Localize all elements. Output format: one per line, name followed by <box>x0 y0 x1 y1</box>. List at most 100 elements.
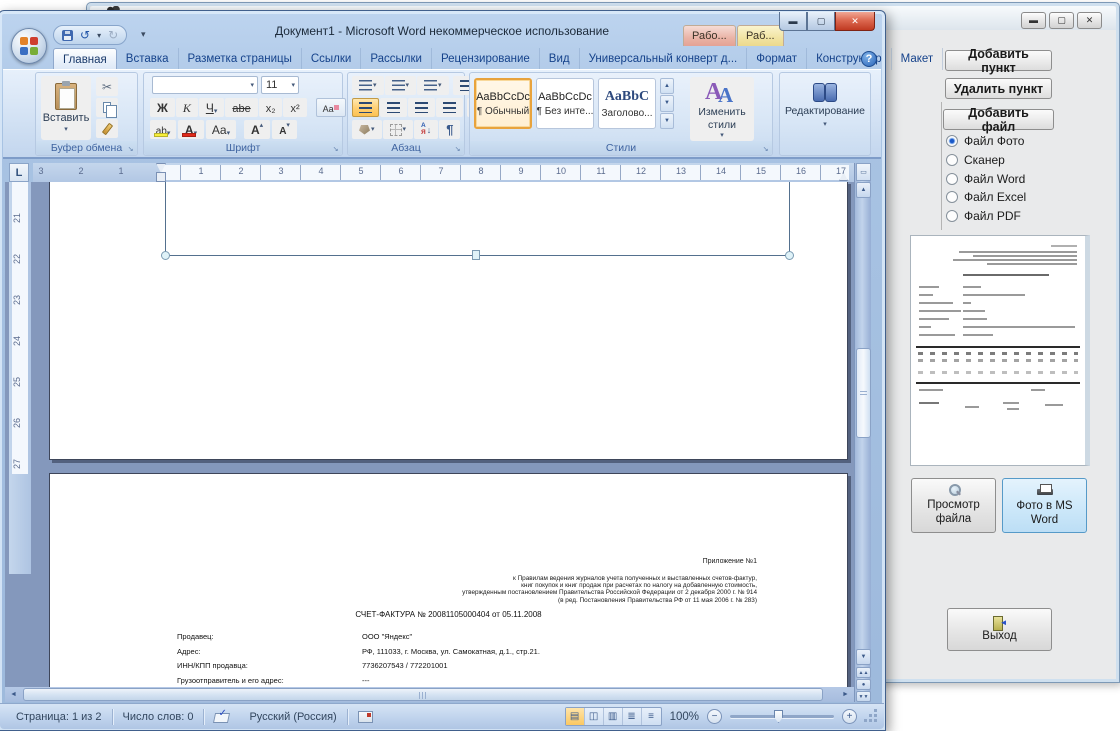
grow-font-button[interactable]: А▴ <box>244 120 270 139</box>
font-color-button[interactable]: А ▾ <box>178 120 204 139</box>
radio-file-word[interactable]: Файл Word <box>946 172 1025 186</box>
style-normal[interactable]: AaBbCcDc ¶ Обычный <box>474 78 532 129</box>
shrink-font-button[interactable]: А▾ <box>272 120 297 139</box>
vertical-scrollbar[interactable]: ▭ ▲ ▼ ▲▲ ● ▼▼ <box>854 163 871 702</box>
delete-item-button[interactable]: Удалить пункт <box>945 78 1052 99</box>
styles-gallery-more[interactable]: ▼ <box>660 113 674 129</box>
shading-button[interactable]: ▾ <box>352 120 382 139</box>
zoom-slider-thumb[interactable] <box>774 710 783 723</box>
office-button[interactable] <box>11 28 47 64</box>
view-draft-button[interactable]: ≡ <box>642 708 661 725</box>
styles-scroll-down[interactable]: ▼ <box>660 95 674 111</box>
italic-button[interactable]: К <box>176 98 198 117</box>
select-browse-object-button[interactable]: ● <box>856 679 871 690</box>
justify-button[interactable] <box>436 98 463 117</box>
tab-stop-selector[interactable]: L <box>9 163 29 182</box>
scroll-right-button[interactable]: ► <box>838 688 853 701</box>
numbering-button[interactable]: ▾ <box>385 76 417 95</box>
status-spellcheck[interactable] <box>204 708 239 726</box>
tab-references[interactable]: Ссылки <box>302 48 362 70</box>
previous-page-button[interactable]: ▲▲ <box>856 667 871 678</box>
zoom-in-button[interactable]: + <box>842 709 857 724</box>
selection-handle-center[interactable] <box>472 250 480 260</box>
indent-markers[interactable] <box>156 163 166 182</box>
underline-button[interactable]: Ч▾ <box>199 98 225 117</box>
document-area[interactable]: 21222324252627 Приложение №1 к Правилам … <box>5 182 854 687</box>
add-file-button[interactable]: Добавить файл <box>943 109 1054 130</box>
addin-tab-2[interactable]: Раб... <box>737 25 784 46</box>
word-maximize-button[interactable]: ▢ <box>807 12 835 31</box>
bullets-button[interactable]: ▾ <box>352 76 384 95</box>
scroll-up-button[interactable]: ▲ <box>856 182 871 198</box>
scroll-down-button[interactable]: ▼ <box>856 649 871 665</box>
style-heading[interactable]: AaBbC Заголово... <box>598 78 656 129</box>
font-dialog-launcher[interactable]: ↘ <box>330 143 341 154</box>
status-page[interactable]: Страница: 1 из 2 <box>6 708 112 726</box>
change-case-button[interactable]: Aa ▾ <box>206 120 236 139</box>
multilevel-list-button[interactable]: ▾ <box>417 76 449 95</box>
radio-file-excel[interactable]: Файл Excel <box>946 190 1026 204</box>
align-left-button[interactable] <box>352 98 379 117</box>
strikethrough-button[interactable]: abe <box>225 98 257 117</box>
align-center-button[interactable] <box>380 98 407 117</box>
vertical-scroll-thumb[interactable] <box>856 348 871 438</box>
document-preview-thumbnail[interactable] <box>910 235 1090 466</box>
add-item-button[interactable]: Добавить пункт <box>945 50 1052 71</box>
tab-home[interactable]: Главная <box>53 48 117 70</box>
view-fullscreen-reading-button[interactable]: ◫ <box>585 708 604 725</box>
tab-page-layout[interactable]: Разметка страницы <box>179 48 302 70</box>
show-marks-button[interactable]: ¶ <box>439 120 460 139</box>
view-print-layout-button[interactable]: ▤ <box>566 708 585 725</box>
clear-formatting-button[interactable]: Aa <box>316 98 346 117</box>
word-close-button[interactable]: ✕ <box>835 12 875 31</box>
cut-button[interactable]: ✂ <box>96 77 118 96</box>
resize-grip[interactable] <box>865 710 878 723</box>
panel-maximize-button[interactable]: ▢ <box>1049 12 1074 29</box>
horizontal-ruler[interactable]: 3211234567891011121314151617 <box>33 163 855 182</box>
horizontal-scrollbar[interactable]: ◄ ► <box>5 687 854 702</box>
photo-to-word-button[interactable]: Фото в MS Word <box>1002 478 1087 533</box>
tab-universal-envelope[interactable]: Универсальный конверт д... <box>580 48 748 70</box>
radio-file-pdf[interactable]: Файл PDF <box>946 209 1021 223</box>
paragraph-dialog-launcher[interactable]: ↘ <box>452 143 463 154</box>
tab-layout[interactable]: Макет <box>892 48 944 70</box>
bold-button[interactable]: Ж <box>150 98 175 117</box>
ruler-toggle-button[interactable]: ▭ <box>856 163 871 181</box>
page-2[interactable]: Приложение №1 к Правилам ведения журнало… <box>49 473 848 687</box>
save-icon[interactable] <box>62 30 73 41</box>
panel-minimize-button[interactable]: ▬ <box>1021 12 1046 29</box>
undo-icon[interactable]: ↺ <box>80 29 90 41</box>
word-minimize-button[interactable]: ▬ <box>779 12 807 31</box>
clipboard-dialog-launcher[interactable]: ↘ <box>125 143 136 154</box>
paste-button[interactable]: Вставить ▾ <box>41 76 91 140</box>
status-word-count[interactable]: Число слов: 0 <box>113 708 204 726</box>
copy-button[interactable] <box>96 98 118 117</box>
styles-dialog-launcher[interactable]: ↘ <box>760 143 771 154</box>
view-web-layout-button[interactable]: ▥ <box>604 708 623 725</box>
status-language[interactable]: Русский (Россия) <box>239 708 346 726</box>
tab-design[interactable]: Конструктор <box>807 48 892 70</box>
preview-file-button[interactable]: Просмотр файла <box>911 478 996 533</box>
align-right-button[interactable] <box>408 98 435 117</box>
tab-format[interactable]: Формат <box>747 48 807 70</box>
horizontal-scroll-thumb[interactable] <box>23 688 823 701</box>
style-no-spacing[interactable]: AaBbCcDc ¶ Без инте... <box>536 78 594 129</box>
borders-button[interactable]: ▾ <box>383 120 414 139</box>
qat-customize-chevron[interactable]: ▾ <box>141 29 146 40</box>
subscript-button[interactable]: x₂ <box>259 98 283 117</box>
redo-icon[interactable]: ↻ <box>108 29 118 41</box>
tab-review[interactable]: Рецензирование <box>432 48 540 70</box>
zoom-slider[interactable] <box>730 715 834 718</box>
page-1[interactable] <box>49 182 848 460</box>
help-button[interactable]: ? <box>861 51 877 67</box>
styles-scroll-up[interactable]: ▲ <box>660 78 674 94</box>
zoom-out-button[interactable]: − <box>707 709 722 724</box>
addin-tab-1[interactable]: Рабо... <box>683 25 736 46</box>
highlight-button[interactable]: ab ▾ <box>150 120 176 139</box>
editing-button[interactable]: Редактирование ▾ <box>780 73 870 155</box>
radio-scanner[interactable]: Сканер <box>946 153 1005 167</box>
font-size-combo[interactable]: 11 ▾ <box>261 76 299 94</box>
scroll-left-button[interactable]: ◄ <box>6 688 21 701</box>
sort-button[interactable]: АЯ ↓ <box>414 120 438 139</box>
exit-button[interactable]: Выход <box>947 608 1052 651</box>
